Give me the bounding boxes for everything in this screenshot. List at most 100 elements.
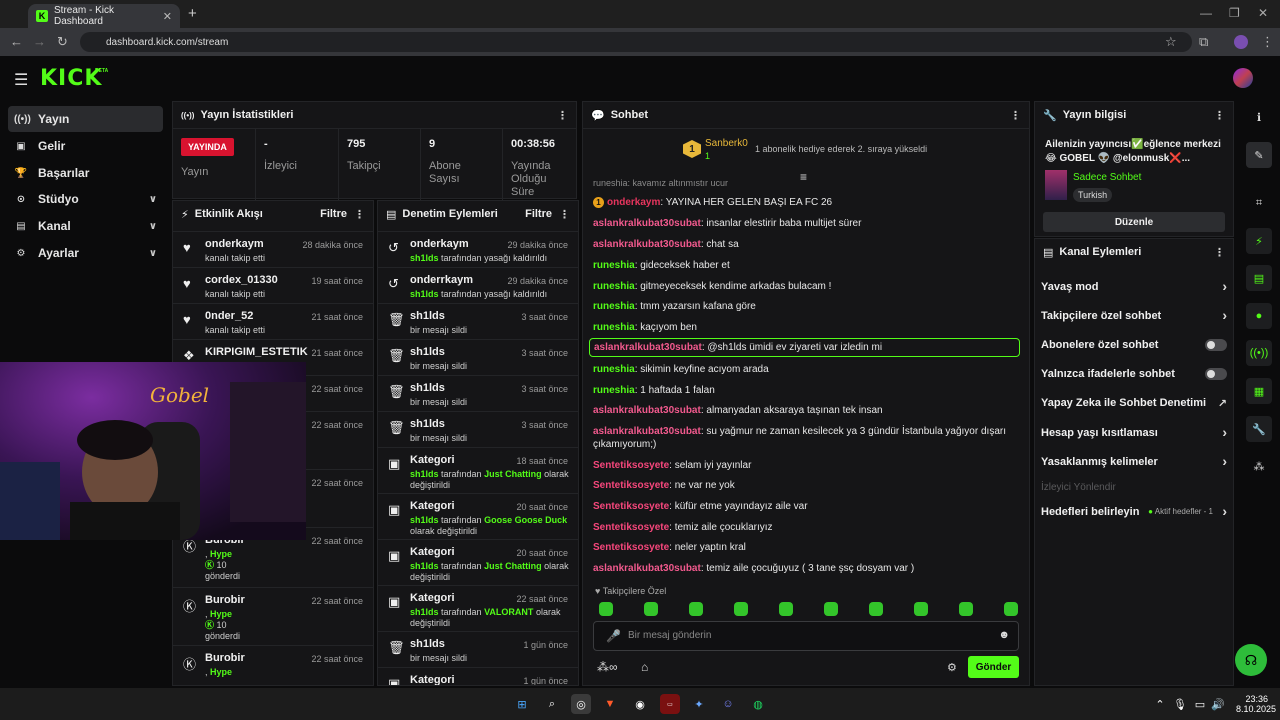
chrome-icon[interactable]: ◎ — [571, 694, 591, 714]
chat-message[interactable]: runeshia: 1 haftada 1 falan — [593, 384, 1013, 397]
channel-action-item[interactable]: Hesap yaşı kısıtlaması › — [1041, 424, 1231, 440]
chat-username[interactable]: aslankralkubat30subat — [593, 218, 701, 229]
nav-item-kanal[interactable]: ▤ Kanal ∨ — [8, 213, 163, 239]
nav-item-ayarlar[interactable]: ⚙ Ayarlar ∨ — [8, 240, 163, 266]
bookmark-star-icon[interactable]: ☆ — [1165, 34, 1177, 50]
extensions-icon[interactable]: ⧉ — [1199, 34, 1208, 50]
obs-icon[interactable]: ◉ — [630, 694, 650, 714]
chat-bubble-icon[interactable]: ● — [1246, 303, 1272, 329]
bolt-icon[interactable]: ⚡ — [1246, 228, 1272, 254]
toggle-switch[interactable] — [1205, 339, 1227, 351]
chat-message[interactable]: aslankralkubat30subat: temiz aile çocuğu… — [593, 562, 1013, 575]
chat-username[interactable]: runeshia — [593, 322, 635, 333]
emote-icon[interactable] — [644, 602, 658, 616]
chat-message[interactable]: aslankralkubat30subat: chat sa — [593, 238, 1013, 251]
new-tab-icon[interactable]: + — [188, 5, 197, 22]
spotify-icon[interactable]: ◍ — [748, 694, 768, 714]
focus-icon[interactable]: ⌗ — [1246, 190, 1272, 216]
channel-action-item[interactable]: Yasaklanmış kelimeler › — [1041, 453, 1231, 469]
chat-username[interactable]: runeshia — [593, 301, 635, 312]
back-icon[interactable]: ← — [10, 34, 23, 49]
nav-item-studyo[interactable]: ⊙ Stüdyo ∨ — [8, 186, 163, 212]
reload-icon[interactable]: ↻ — [57, 34, 68, 50]
microphone-tray-icon[interactable]: 🎙 — [1170, 694, 1190, 714]
more-icon[interactable]: ⋮ — [354, 208, 365, 221]
close-window-icon[interactable]: ✕ — [1258, 6, 1268, 20]
chat-message[interactable]: aslankralkubat30subat: @sh1lds ümidi ev … — [589, 338, 1020, 357]
channel-action-item[interactable]: Yapay Zeka ile Sohbet Denetimi ↗ — [1041, 397, 1231, 410]
support-chat-button[interactable]: ☊ — [1235, 644, 1267, 676]
kick-logo[interactable]: KICK — [40, 66, 102, 91]
forward-icon[interactable]: → — [33, 34, 46, 49]
chat-message[interactable]: aslankralkubat30subat: insanlar elestiri… — [593, 217, 1013, 230]
chat-scrollbar[interactable] — [1029, 517, 1030, 577]
send-button[interactable]: Gönder — [968, 656, 1019, 678]
network-icon[interactable]: ▭ — [1190, 694, 1210, 714]
emote-icon[interactable] — [779, 602, 793, 616]
emote-icon[interactable] — [959, 602, 973, 616]
volume-icon[interactable]: 🔊 — [1208, 694, 1228, 714]
nav-item-yayin[interactable]: ((•)) Yayın — [8, 106, 163, 132]
app-icon[interactable]: ▭ — [660, 694, 680, 714]
info-icon[interactable]: ℹ — [1246, 104, 1272, 130]
chat-username[interactable]: runeshia — [593, 260, 635, 271]
nav-item-gelir[interactable]: ▣ Gelir — [8, 133, 163, 159]
chat-username[interactable]: Sentetiksosyete — [593, 480, 669, 491]
search-icon[interactable]: ⌕ — [542, 694, 562, 714]
apps-icon[interactable]: ⁂ — [1246, 453, 1272, 479]
emote-icon[interactable] — [914, 602, 928, 616]
tray-chevron-icon[interactable]: ⌃ — [1150, 694, 1170, 714]
chat-username[interactable]: Sentetiksosyete — [593, 501, 669, 512]
more-icon[interactable]: ⋮ — [1010, 109, 1021, 122]
chat-username[interactable]: aslankralkubat30subat — [593, 239, 701, 250]
more-icon[interactable]: ⋮ — [559, 208, 570, 221]
channel-points-icon[interactable]: ⁂∞ — [597, 660, 618, 674]
chat-username[interactable]: Sentetiksosyete — [593, 460, 669, 471]
chat-message[interactable]: aslankralkubat30subat: almanyadan aksara… — [593, 404, 1013, 417]
minimize-icon[interactable]: — — [1200, 6, 1212, 20]
channel-action-item[interactable]: Hedefleri belirleyin ● Aktif hedefler - 1… — [1041, 503, 1231, 519]
channel-action-item[interactable]: Yavaş mod › — [1041, 278, 1231, 294]
chat-message[interactable]: Sentetiksosyete: neler yaptın kral — [593, 541, 1013, 554]
chat-message[interactable]: Sentetiksosyete: temiz aile çocuklarıyız — [593, 521, 1013, 534]
chat-settings-gear-icon[interactable]: ⚙ — [947, 661, 957, 674]
browser-menu-icon[interactable]: ⋮ — [1261, 34, 1274, 50]
chat-username[interactable]: Sentetiksosyete — [593, 542, 669, 553]
toggle-switch[interactable] — [1205, 368, 1227, 380]
chat-message[interactable]: runeshia: kaçıyom ben — [593, 321, 1013, 334]
chat-message[interactable]: Sentetiksosyete: küfür etme yayındayız a… — [593, 500, 1013, 513]
discord-icon[interactable]: ☺ — [718, 694, 738, 714]
chat-username[interactable]: Sentetiksosyete — [593, 522, 669, 533]
url-input[interactable]: dashboard.kick.com/stream — [80, 32, 1192, 52]
moderation-filter-button[interactable]: Filtre — [525, 208, 552, 220]
wrench-icon[interactable]: 🔧 — [1246, 416, 1272, 442]
chat-message[interactable]: runeshia: gideceksek haber et — [593, 259, 1013, 272]
chat-username[interactable]: runeshia — [593, 364, 635, 375]
chat-message[interactable]: runeshia: gitmeyeceksek kendime arkadas … — [593, 280, 1013, 293]
brave-icon[interactable]: ▼ — [600, 694, 620, 714]
user-avatar[interactable] — [1233, 68, 1253, 88]
store-icon[interactable]: ⌂ — [641, 660, 648, 674]
emote-icon[interactable] — [824, 602, 838, 616]
chat-message[interactable]: Sentetiksosyete: ne var ne yok — [593, 479, 1013, 492]
nav-item-basarilar[interactable]: 🏆 Başarılar — [8, 160, 163, 186]
edit-button[interactable]: Düzenle — [1043, 212, 1225, 232]
top-gifter-name[interactable]: Sanberk0 — [705, 138, 748, 149]
chat-username[interactable]: aslankralkubat30subat — [594, 342, 702, 353]
microphone-icon[interactable]: 🎤 — [606, 629, 621, 643]
layout-icon[interactable]: ▦ — [1246, 378, 1272, 404]
chat-message[interactable]: aslankralkubat30subat: su yağmur ne zama… — [593, 425, 1013, 451]
emote-icon[interactable] — [689, 602, 703, 616]
menu-icon[interactable]: ☰ — [14, 70, 28, 90]
chat-message[interactable]: Sentetiksosyete: selam iyi yayınlar — [593, 459, 1013, 472]
activity-filter-button[interactable]: Filtre — [320, 208, 347, 220]
chat-username[interactable]: aslankralkubat30subat — [593, 405, 701, 416]
maximize-icon[interactable]: ❐ — [1229, 6, 1240, 20]
browser-tab[interactable]: K Stream - Kick Dashboard ✕ — [28, 4, 180, 28]
chat-username[interactable]: onderkaym — [607, 197, 660, 208]
more-icon[interactable]: ⋮ — [1214, 246, 1225, 259]
more-icon[interactable]: ⋮ — [1214, 109, 1225, 122]
emote-icon[interactable] — [599, 602, 613, 616]
channel-action-item[interactable]: Takipçilere özel sohbet › — [1041, 307, 1231, 323]
emote-icon[interactable] — [1004, 602, 1018, 616]
